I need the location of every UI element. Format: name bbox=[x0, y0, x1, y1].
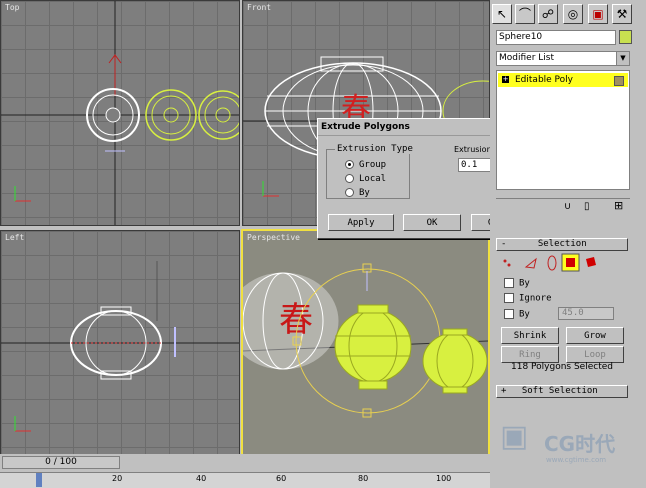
track-ruler[interactable]: 20 40 60 80 100 bbox=[0, 472, 490, 488]
border-icon bbox=[547, 255, 557, 271]
left-scene bbox=[1, 261, 239, 432]
selection-header-label: Selection bbox=[537, 239, 587, 249]
subobject-icons bbox=[503, 253, 596, 272]
ruler-tick: 40 bbox=[196, 474, 207, 483]
ignore-backfacing-checkbox[interactable]: Ignore bbox=[504, 293, 552, 304]
ruler-tick: 60 bbox=[276, 474, 287, 483]
viewport-top[interactable]: Top bbox=[0, 0, 240, 226]
apply-button[interactable]: Apply bbox=[328, 214, 394, 231]
radio-dot-selected bbox=[345, 160, 354, 169]
rollout-plus-icon: + bbox=[501, 386, 507, 396]
expand-icon[interactable]: + bbox=[502, 76, 509, 83]
by-vertex-label: By bbox=[519, 278, 530, 289]
modify-tab-icon[interactable]: ⌒ bbox=[515, 4, 535, 24]
ruler-tick: 80 bbox=[358, 474, 369, 483]
stack-item-editable-poly[interactable]: + Editable Poly bbox=[498, 73, 628, 87]
stack-item-label: Editable Poly bbox=[515, 75, 573, 85]
radio-dot bbox=[345, 174, 354, 183]
watermark: ▣ CG时代 www.cgtime.com bbox=[500, 418, 640, 468]
configure-sets-icon[interactable]: ⊞ bbox=[614, 199, 623, 212]
lightbulb-icon[interactable] bbox=[614, 76, 624, 86]
shrink-button[interactable]: Shrink bbox=[501, 327, 559, 344]
angle-value: 45.0 bbox=[562, 308, 584, 318]
checkbox-box bbox=[504, 293, 514, 303]
checkbox-box bbox=[504, 278, 514, 288]
stack-toolbar: ∪ ▯ ⊞ bbox=[496, 198, 630, 215]
modifier-list-label: Modifier List bbox=[499, 53, 554, 63]
modifier-stack[interactable]: + Editable Poly bbox=[496, 70, 630, 190]
watermark-url: www.cgtime.com bbox=[546, 456, 607, 464]
chevron-down-icon[interactable]: ▼ bbox=[616, 52, 629, 65]
remove-modifier-icon[interactable]: ▯ bbox=[584, 201, 590, 212]
radio-group-label: Group bbox=[359, 160, 387, 170]
hierarchy-tab-icon[interactable]: ☍ bbox=[538, 4, 558, 24]
edge-icon bbox=[524, 257, 537, 269]
motion-tab-icon[interactable]: ◎ bbox=[563, 4, 583, 24]
command-panel: ↖ ⌒ ☍ ◎ ▣ ⚒ Sphere10 Modifier List ▼ + Ed… bbox=[490, 0, 646, 487]
object-name-field[interactable]: Sphere10 bbox=[496, 30, 616, 45]
angle-spinner[interactable]: 45.0 bbox=[558, 307, 614, 320]
radio-local-label: Local bbox=[359, 174, 387, 184]
radio-local[interactable]: Local bbox=[345, 174, 386, 184]
viewport-perspective[interactable]: Perspective 春 bbox=[241, 229, 490, 456]
watermark-brand: CG时代 bbox=[544, 432, 616, 456]
ruler-tick: 20 bbox=[112, 474, 123, 483]
create-tab-icon[interactable]: ↖ bbox=[492, 4, 512, 24]
radio-by-polygon[interactable]: By bbox=[345, 188, 370, 198]
loop-button[interactable]: Loop bbox=[566, 346, 624, 363]
soft-selection-label: Soft Selection bbox=[521, 386, 598, 396]
rollout-minus-icon: - bbox=[501, 239, 507, 249]
selection-rollout-header[interactable]: - Selection bbox=[496, 238, 628, 251]
by-vertex-checkbox[interactable]: By bbox=[504, 278, 530, 289]
time-slider[interactable]: 0 / 100 bbox=[2, 456, 120, 469]
top-scene bbox=[1, 1, 239, 225]
persp-scene: 春 bbox=[243, 263, 488, 418]
object-color-swatch[interactable] bbox=[619, 30, 632, 44]
radio-dot bbox=[345, 188, 354, 197]
vertex-icon bbox=[503, 259, 511, 267]
extrusion-type-label: Extrusion Type bbox=[335, 144, 415, 154]
timeline: 0 / 100 20 40 60 80 100 bbox=[0, 454, 490, 488]
pin-stack-icon[interactable]: ∪ bbox=[564, 201, 571, 212]
soft-selection-rollout-header[interactable]: + Soft Selection bbox=[496, 385, 628, 398]
radio-group[interactable]: Group bbox=[345, 160, 386, 170]
time-cursor[interactable] bbox=[36, 473, 42, 487]
by-angle-label: By bbox=[519, 309, 530, 320]
grow-button[interactable]: Grow bbox=[566, 327, 624, 344]
watermark-logo-icon: ▣ bbox=[500, 419, 529, 454]
checkbox-box bbox=[504, 309, 514, 319]
ring-button[interactable]: Ring bbox=[501, 346, 559, 363]
ok-button[interactable]: OK bbox=[403, 214, 461, 231]
radio-by-label: By bbox=[359, 188, 370, 198]
polygon-icon bbox=[566, 258, 575, 267]
ignore-label: Ignore bbox=[519, 293, 552, 304]
modifier-list-dropdown[interactable]: Modifier List ▼ bbox=[496, 51, 630, 66]
viewport-left[interactable]: Left bbox=[0, 230, 240, 456]
element-icon bbox=[586, 257, 596, 267]
utilities-tab-icon[interactable]: ⚒ bbox=[612, 4, 632, 24]
selection-status: 118 Polygons Selected bbox=[511, 362, 613, 372]
display-tab-icon[interactable]: ▣ bbox=[588, 4, 608, 24]
frame-counter: 0 / 100 bbox=[45, 457, 77, 467]
extrusion-height-value: 0.1 bbox=[461, 160, 478, 170]
ruler-tick: 100 bbox=[436, 474, 452, 483]
by-angle-checkbox[interactable]: By bbox=[504, 309, 530, 320]
